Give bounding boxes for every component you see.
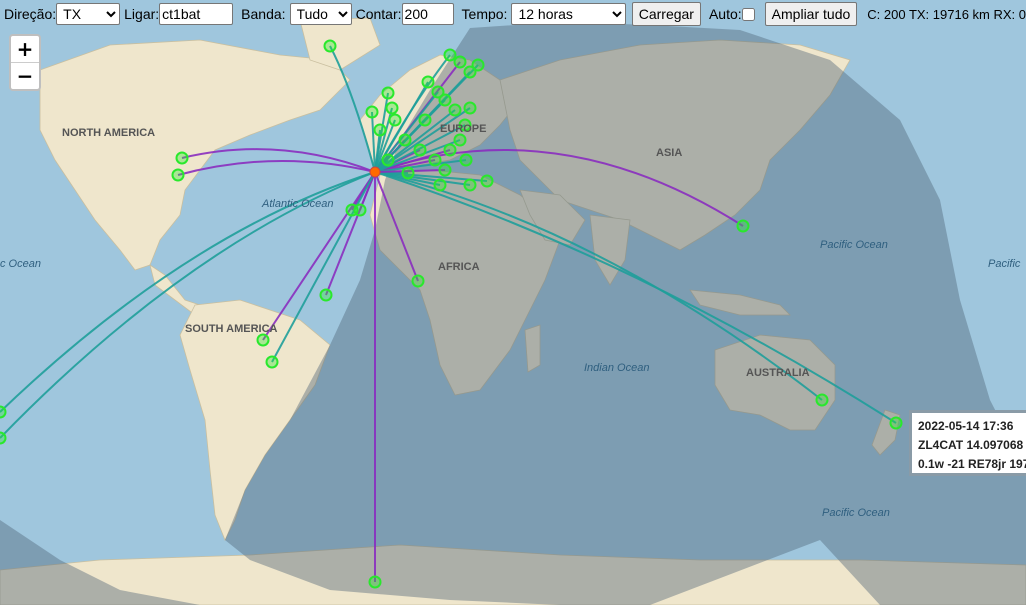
station-marker[interactable] — [0, 431, 7, 445]
station-marker[interactable] — [353, 203, 367, 217]
station-marker[interactable] — [385, 101, 399, 115]
stats-text: C: 200 TX: 19716 km RX: 0 — [867, 6, 1026, 22]
popup-timestamp: 2022-05-14 17:36 — [918, 419, 1014, 433]
label-asia: ASIA — [656, 147, 682, 159]
station-marker[interactable] — [381, 153, 395, 167]
station-marker[interactable] — [453, 55, 467, 69]
station-marker[interactable] — [815, 393, 829, 407]
station-marker[interactable] — [265, 355, 279, 369]
station-marker[interactable] — [459, 153, 473, 167]
label-pacific-ocean-ne: Pacific Ocean — [820, 239, 888, 251]
label-pacific-ocean-se: Pacific Ocean — [822, 507, 890, 519]
label-north-america: NORTH AMERICA — [62, 127, 155, 139]
label-europe: EUROPE — [440, 123, 486, 135]
station-marker[interactable] — [0, 405, 7, 419]
station-marker[interactable] — [438, 163, 452, 177]
station-marker[interactable] — [736, 219, 750, 233]
station-marker[interactable] — [443, 48, 457, 62]
station-marker[interactable] — [323, 39, 337, 53]
call-label: Ligar: — [124, 6, 160, 22]
label-australia: AUSTRALIA — [746, 367, 810, 379]
station-marker[interactable] — [453, 133, 467, 147]
auto-checkbox[interactable] — [741, 7, 755, 21]
band-select[interactable]: Tudo — [289, 3, 352, 25]
station-marker[interactable] — [381, 86, 395, 100]
direction-label: Direção: — [4, 6, 57, 22]
label-atlantic-ocean: Atlantic Ocean — [261, 198, 334, 210]
map-canvas[interactable]: NORTH AMERICA SOUTH AMERICA EUROPE AFRIC… — [0, 0, 1026, 605]
zoom-control: + − — [9, 34, 41, 91]
station-marker[interactable] — [428, 153, 442, 167]
station-marker[interactable] — [418, 113, 432, 127]
station-marker[interactable] — [433, 178, 447, 192]
station-marker[interactable] — [401, 166, 415, 180]
station-marker[interactable] — [421, 75, 435, 89]
label-pacific-ocean-edge-east: Pacific — [988, 258, 1021, 270]
station-marker[interactable] — [368, 575, 382, 589]
station-marker[interactable] — [471, 58, 485, 72]
station-marker[interactable] — [319, 288, 333, 302]
popup-power-snr-locator: 0.1w -21 RE78jr 197 — [918, 457, 1026, 471]
zoom-all-button[interactable]: Ampliar tudo — [764, 2, 858, 26]
call-input[interactable] — [159, 3, 234, 25]
station-marker[interactable] — [171, 168, 185, 182]
station-marker[interactable] — [448, 103, 462, 117]
home-station-marker[interactable] — [369, 166, 381, 178]
station-marker[interactable] — [373, 123, 387, 137]
count-input[interactable] — [401, 3, 454, 25]
station-marker[interactable] — [388, 113, 402, 127]
spot-popup: 2022-05-14 17:36 ZL4CAT 14.097068 0.1w -… — [909, 410, 1026, 476]
station-marker[interactable] — [463, 101, 477, 115]
toolbar: Direção: TX Ligar: Banda: Tudo Contar: T… — [0, 0, 1026, 28]
label-indian-ocean: Indian Ocean — [584, 362, 649, 374]
load-button[interactable]: Carregar — [631, 2, 701, 26]
zoom-in-button[interactable]: + — [11, 36, 39, 62]
station-marker[interactable] — [463, 178, 477, 192]
time-label: Tempo: — [461, 6, 508, 22]
label-africa: AFRICA — [438, 261, 480, 273]
direction-select[interactable]: TX — [56, 3, 121, 25]
station-marker[interactable] — [175, 151, 189, 165]
label-south-america: SOUTH AMERICA — [185, 323, 278, 335]
time-select[interactable]: 12 horas — [511, 3, 626, 25]
station-marker[interactable] — [443, 143, 457, 157]
station-marker[interactable] — [411, 274, 425, 288]
station-marker[interactable] — [365, 105, 379, 119]
auto-label: Auto: — [708, 6, 742, 22]
label-pacific-ocean-edge-west: c Ocean — [0, 258, 41, 270]
station-marker[interactable] — [480, 174, 494, 188]
station-marker[interactable] — [438, 93, 452, 107]
popup-callsign-frequency: ZL4CAT 14.097068 — [918, 438, 1024, 452]
station-marker[interactable] — [413, 143, 427, 157]
count-label: Contar: — [355, 6, 402, 22]
zoom-out-button[interactable]: − — [11, 62, 39, 89]
station-marker[interactable] — [256, 333, 270, 347]
station-marker[interactable] — [889, 416, 903, 430]
station-marker[interactable] — [398, 133, 412, 147]
band-label: Banda: — [241, 6, 286, 22]
